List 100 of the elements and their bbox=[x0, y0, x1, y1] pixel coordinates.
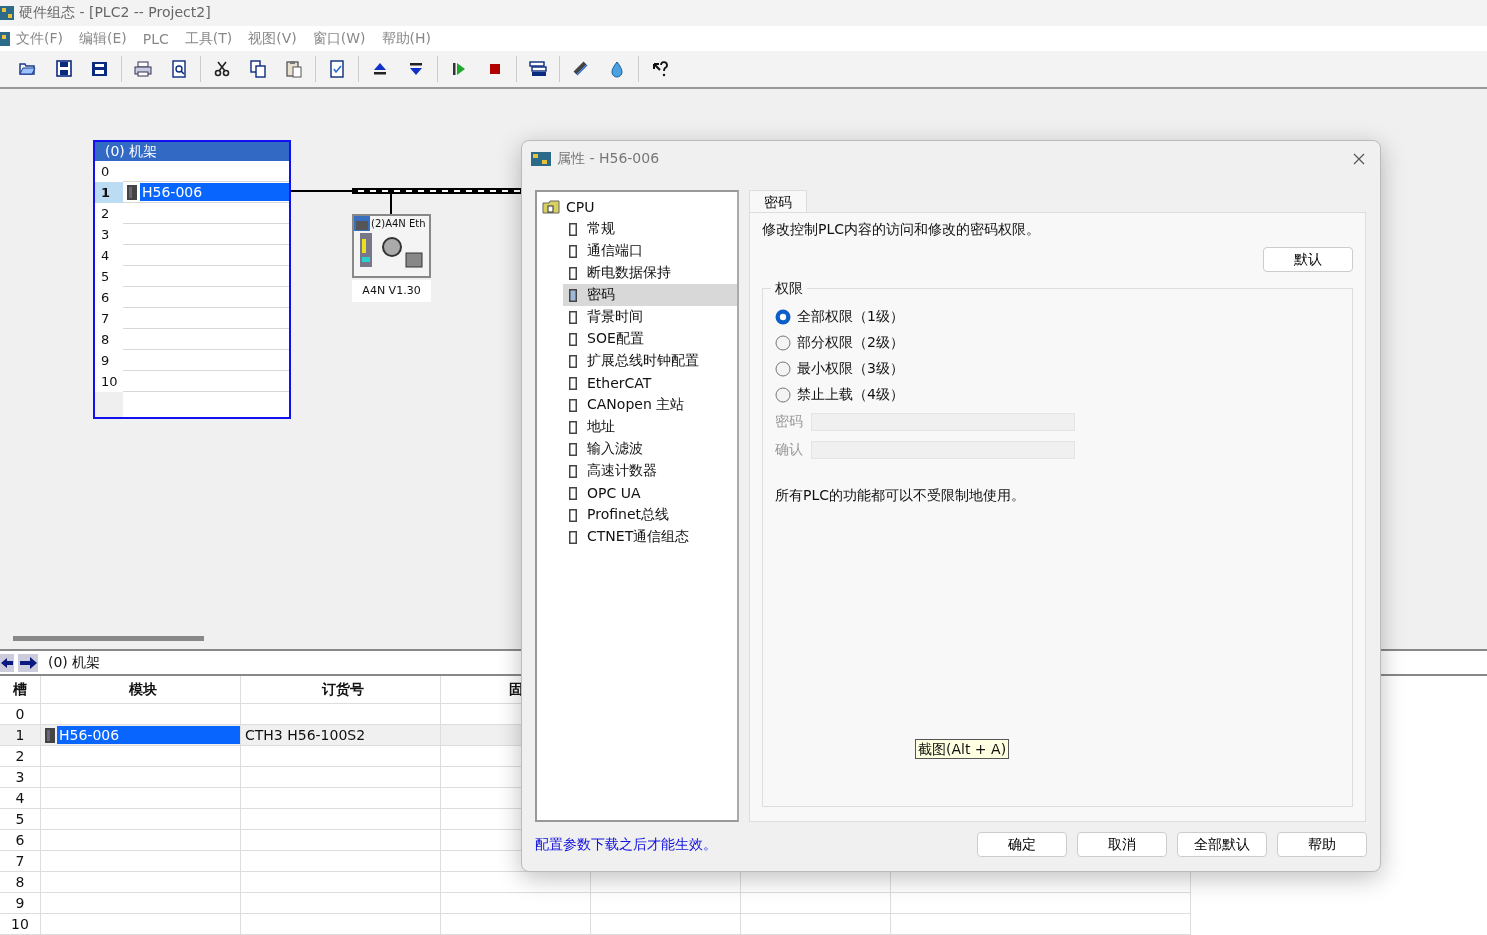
module-icon bbox=[45, 727, 55, 743]
dialog-button[interactable]: 全部默认 bbox=[1177, 832, 1267, 857]
menu-item[interactable]: 窗口(W) bbox=[312, 29, 366, 48]
table-row[interactable]: 10 bbox=[0, 914, 1191, 935]
slot-number: 6 bbox=[100, 289, 111, 307]
tree-item[interactable]: SOE配置 bbox=[563, 328, 737, 350]
slot-number: 5 bbox=[100, 268, 111, 286]
dialog-button[interactable]: 取消 bbox=[1077, 832, 1167, 857]
tree-item[interactable]: CTNET通信组态 bbox=[563, 526, 737, 548]
window-title: 硬件组态 - [PLC2 -- Project2] bbox=[19, 4, 211, 23]
dialog-title: 属性 - H56-006 bbox=[557, 150, 661, 168]
table-cell: 7 bbox=[15, 853, 25, 869]
tree-item[interactable]: Profinet总线 bbox=[563, 504, 737, 526]
tree-item[interactable]: 背景时间 bbox=[563, 306, 737, 328]
app-icon bbox=[0, 31, 10, 46]
radio-label: 全部权限（1级） bbox=[797, 308, 904, 326]
page-icon bbox=[569, 288, 577, 302]
app-icon bbox=[0, 6, 14, 21]
tooltip: 截图(Alt + A) bbox=[915, 739, 1010, 759]
menu-item[interactable]: 文件(F) bbox=[16, 29, 63, 48]
table-cell: 5 bbox=[15, 811, 25, 827]
slot-number: 3 bbox=[100, 226, 111, 244]
info-text: 配置参数下载之后才能生效。 bbox=[535, 835, 718, 854]
page-icon bbox=[569, 332, 577, 346]
slot-number: 1 bbox=[95, 182, 123, 203]
paste-icon[interactable] bbox=[284, 59, 304, 80]
dialog-button[interactable]: 帮助 bbox=[1277, 832, 1367, 857]
radio-button[interactable] bbox=[775, 361, 791, 377]
table-cell: 4 bbox=[15, 790, 25, 806]
network-device[interactable]: (2)A4N Eth bbox=[352, 214, 431, 278]
radio-button[interactable] bbox=[775, 309, 791, 325]
folder-icon bbox=[542, 200, 560, 214]
tree-item[interactable]: 常规 bbox=[563, 218, 737, 240]
status-text: 所有PLC的功能都可以不受限制地使用。 bbox=[775, 487, 1027, 505]
tab[interactable]: 密码 bbox=[749, 190, 807, 212]
close-icon[interactable] bbox=[1353, 153, 1365, 165]
module-icon bbox=[127, 184, 137, 200]
table-cell: 8 bbox=[15, 874, 25, 890]
slot-number: 10 bbox=[100, 373, 119, 391]
forward-arrow-icon[interactable] bbox=[18, 653, 38, 672]
description-text: 修改控制PLC内容的访问和修改的密码权限。 bbox=[762, 221, 1042, 239]
group-title: 权限 bbox=[771, 280, 807, 298]
dialog-button[interactable]: 确定 bbox=[977, 832, 1067, 857]
tree-item[interactable]: 通信端口 bbox=[563, 240, 737, 262]
device-icon bbox=[354, 216, 370, 231]
column-header[interactable]: 订货号 bbox=[241, 676, 441, 704]
menu-item[interactable]: 工具(T) bbox=[184, 29, 233, 48]
copy-icon[interactable] bbox=[248, 59, 268, 80]
page-icon bbox=[569, 530, 577, 544]
rack-title: (0) 机架 bbox=[48, 653, 101, 672]
slot-number: 0 bbox=[100, 163, 111, 181]
tree-item[interactable]: 断电数据保持 bbox=[563, 262, 737, 284]
radio-button[interactable] bbox=[775, 335, 791, 351]
radio-label: 部分权限（2级） bbox=[797, 334, 904, 352]
menu-item[interactable]: 帮助(H) bbox=[381, 29, 432, 48]
tree-item[interactable]: OPC UA bbox=[563, 482, 737, 504]
slot-cell[interactable]: H56-006 bbox=[123, 182, 289, 203]
page-icon bbox=[569, 310, 577, 324]
save-icon[interactable] bbox=[54, 59, 74, 80]
table-cell: 10 bbox=[11, 916, 29, 932]
module-name: H56-006 bbox=[140, 183, 289, 201]
empty-slot-area bbox=[95, 392, 123, 417]
slot-number: 9 bbox=[100, 352, 111, 370]
page-icon bbox=[569, 376, 577, 390]
table-cell: H56-006 bbox=[57, 726, 240, 744]
tree-item[interactable]: 输入滤波 bbox=[563, 438, 737, 460]
slot-number: 4 bbox=[100, 247, 111, 265]
radio-button[interactable] bbox=[775, 387, 791, 403]
device-label: A4N V1.30 bbox=[352, 280, 431, 302]
page-icon bbox=[569, 244, 577, 258]
tree-item[interactable]: EtherCAT bbox=[563, 372, 737, 394]
column-header[interactable]: 槽 bbox=[0, 676, 41, 704]
tree-item[interactable]: 密码 bbox=[563, 284, 737, 306]
tree-item[interactable]: CANopen 主站 bbox=[563, 394, 737, 416]
tree-item[interactable]: 地址 bbox=[563, 416, 737, 438]
table-cell: 0 bbox=[15, 706, 25, 722]
column-header[interactable]: 模块 bbox=[41, 676, 241, 704]
menu-item[interactable]: 编辑(E) bbox=[79, 29, 127, 48]
page-icon bbox=[569, 508, 577, 522]
print-icon[interactable] bbox=[133, 59, 153, 80]
print-preview-icon[interactable] bbox=[169, 59, 189, 80]
page-icon bbox=[569, 464, 577, 478]
slot-number: 8 bbox=[100, 331, 111, 349]
tree-item[interactable]: CPU bbox=[566, 199, 595, 215]
table-cell: 9 bbox=[15, 895, 25, 911]
scrollbar[interactable] bbox=[13, 636, 204, 641]
menu-item[interactable]: 视图(V) bbox=[248, 29, 297, 48]
app-icon bbox=[531, 152, 551, 166]
slot-number: 2 bbox=[100, 205, 111, 223]
document-check-icon[interactable] bbox=[327, 59, 347, 80]
page-icon bbox=[569, 398, 577, 412]
tree-item[interactable]: 高速计数器 bbox=[563, 460, 737, 482]
table-row[interactable]: 9 bbox=[0, 893, 1191, 914]
page-icon bbox=[569, 442, 577, 456]
page-icon bbox=[569, 420, 577, 434]
tree-item[interactable]: 扩展总线时钟配置 bbox=[563, 350, 737, 372]
default-button[interactable]: 默认 bbox=[1263, 247, 1353, 272]
menu-item[interactable]: PLC bbox=[142, 30, 169, 47]
radio-label: 禁止上载（4级） bbox=[797, 386, 904, 404]
table-cell: CTH3 H56-100S2 bbox=[245, 727, 366, 743]
